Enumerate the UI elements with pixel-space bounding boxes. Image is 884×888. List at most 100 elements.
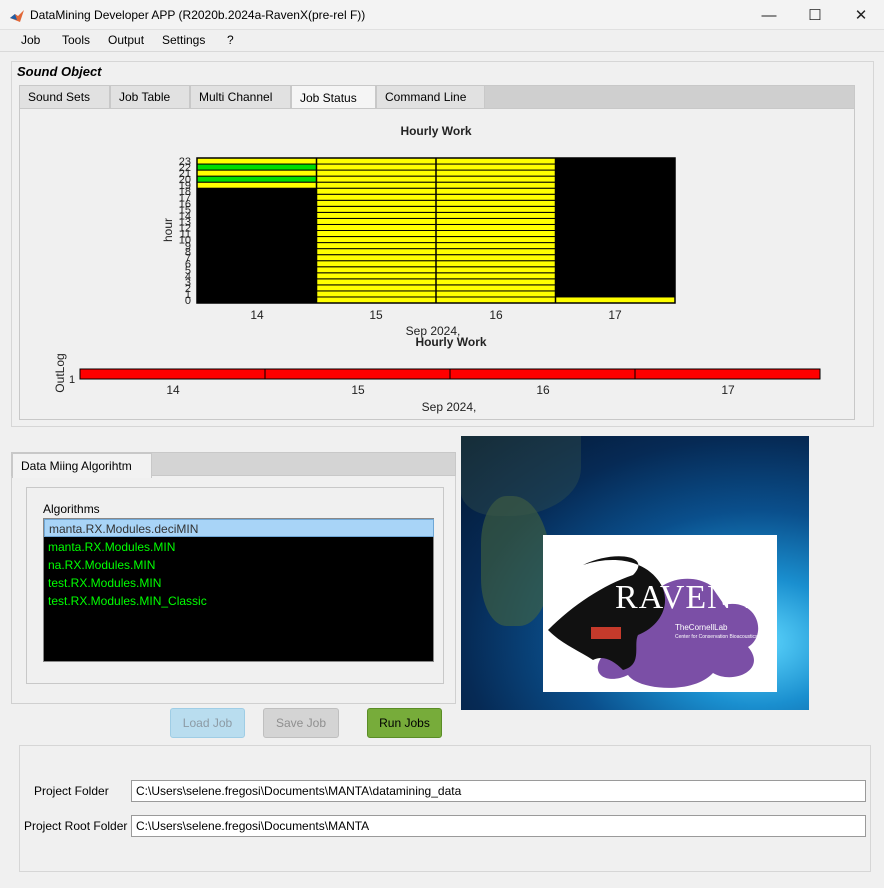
project-folder-label: Project Folder	[34, 784, 109, 798]
outlog-ylabel: OutLog	[53, 353, 67, 392]
outlog-xtick-15: 15	[351, 383, 365, 397]
chart-title: Hourly Work	[400, 124, 471, 138]
outlog-xlabel: Sep 2024,	[422, 400, 477, 414]
heatmap-cell	[316, 284, 437, 292]
sound-object-title: Sound Object	[17, 64, 102, 79]
outlog-xtick-14: 14	[166, 383, 180, 397]
heatmap-cell	[435, 181, 556, 189]
logo-org: TheCornellLab	[675, 623, 728, 632]
heatmap-cell	[316, 248, 437, 256]
outlog-cell	[449, 368, 636, 380]
x-tick-17: 17	[608, 308, 622, 322]
x-tick-16: 16	[489, 308, 503, 322]
heatmap-cell	[316, 157, 437, 165]
tab-sound-sets[interactable]: Sound Sets	[19, 85, 110, 109]
heatmap-cell	[316, 169, 437, 177]
heatmap-cell	[435, 272, 556, 280]
hourly-work-chart: Hourly Work hour 01234567891011121314151…	[53, 124, 821, 414]
tab-data-mining-algorithm[interactable]: Data Miing Algorihtm	[12, 453, 152, 478]
project-root-folder-input[interactable]: C:\Users\selene.fregosi\Documents\MANTA	[131, 815, 866, 837]
heatmap-cell	[316, 278, 437, 286]
heatmap-cell	[435, 199, 556, 207]
heatmap-cell	[316, 187, 437, 195]
heatmap-cell	[435, 175, 556, 183]
algorithm-item[interactable]: manta.RX.Modules.deciMIN	[44, 519, 434, 537]
project-root-folder-label: Project Root Folder	[24, 819, 128, 833]
menu-output[interactable]: Output	[108, 33, 144, 47]
heatmap-cell	[316, 296, 437, 304]
heatmap-cell	[435, 296, 556, 304]
heatmap-cell	[316, 181, 437, 189]
save-job-button[interactable]: Save Job	[263, 708, 339, 738]
heatmap-cell	[196, 169, 317, 177]
logo-sub: Center for Conservation Bioacoustics	[675, 634, 758, 640]
project-folder-input[interactable]: C:\Users\selene.fregosi\Documents\MANTA\…	[131, 780, 866, 802]
outlog-bar	[79, 368, 821, 380]
raven-x-logo: RAVEN-X TheCornellLab Center for Conserv…	[543, 535, 777, 692]
algorithm-item[interactable]: test.RX.Modules.MIN	[44, 574, 434, 592]
heatmap-cell	[316, 205, 437, 213]
maximize-icon[interactable]: ☐	[792, 0, 838, 30]
algorithm-item[interactable]: manta.RX.Modules.MIN	[44, 538, 434, 556]
title-bar: DataMining Developer APP (R2020b.2024a-R…	[0, 0, 884, 30]
menu-settings[interactable]: Settings	[162, 33, 205, 47]
minimize-icon[interactable]: —	[746, 0, 792, 30]
folders-panel	[19, 745, 871, 872]
menu-tools[interactable]: Tools	[62, 33, 90, 47]
window-title: DataMining Developer APP (R2020b.2024a-R…	[30, 8, 366, 22]
x-tick-14: 14	[250, 308, 264, 322]
heatmap-cell	[196, 163, 317, 171]
heatmap-cell	[435, 242, 556, 250]
tab-job-status[interactable]: Job Status	[291, 85, 376, 110]
tab-command-line[interactable]: Command Line	[376, 85, 485, 109]
heatmap-cell	[316, 242, 437, 250]
outlog-xtick-17: 17	[721, 383, 735, 397]
tab-multi-channel[interactable]: Multi Channel	[190, 85, 291, 109]
menu-job[interactable]: Job	[21, 33, 40, 47]
outlog-xtick-16: 16	[536, 383, 550, 397]
heatmap-cell	[316, 260, 437, 268]
heatmap-cell	[435, 278, 556, 286]
heatmap-cell	[316, 193, 437, 201]
algorithm-item[interactable]: na.RX.Modules.MIN	[44, 556, 434, 574]
chart-ylabel: hour	[161, 218, 175, 242]
heatmap-cell	[435, 211, 556, 219]
heatmap-cell	[316, 236, 437, 244]
heatmap-cell	[316, 175, 437, 183]
heatmap-cell	[435, 193, 556, 201]
heatmap-cell	[435, 266, 556, 274]
load-job-button[interactable]: Load Job	[170, 708, 245, 738]
heatmap-cell	[435, 205, 556, 213]
heatmap-cell	[316, 211, 437, 219]
heatmap-cell	[316, 272, 437, 280]
heatmap-cell	[435, 254, 556, 262]
heatmap-cell	[316, 266, 437, 274]
outlog-cell	[79, 368, 266, 380]
heatmap-cell	[435, 236, 556, 244]
heatmap-cell	[316, 290, 437, 298]
menu-help[interactable]: ?	[227, 33, 234, 47]
tab-job-table[interactable]: Job Table	[110, 85, 190, 109]
outlog-title: Hourly Work	[415, 335, 486, 349]
outlog-ytick: 1	[69, 374, 75, 386]
run-jobs-button[interactable]: Run Jobs	[367, 708, 442, 738]
heatmap-cell	[316, 217, 437, 225]
heatmap-cell	[316, 254, 437, 262]
heatmap-cell	[435, 157, 556, 165]
heatmap-cell	[435, 260, 556, 268]
outlog-cell	[634, 368, 821, 380]
heatmap-cell	[435, 163, 556, 171]
landmass-shape	[461, 436, 581, 516]
algorithm-item[interactable]: test.RX.Modules.MIN_Classic	[44, 592, 434, 610]
heatmap-cell	[435, 230, 556, 238]
logo-brand: RAVEN-X	[615, 579, 771, 616]
heatmap-cell	[435, 187, 556, 195]
heatmap-cell	[435, 217, 556, 225]
close-icon[interactable]: ✕	[838, 0, 884, 30]
y-tick-labels: 01234567891011121314151617181920212223	[179, 156, 191, 307]
heatmap-cell	[196, 175, 317, 183]
matlab-app-icon	[10, 10, 24, 22]
algorithms-label: Algorithms	[43, 502, 100, 516]
heatmap-cell	[316, 223, 437, 232]
heatmap-cell	[435, 290, 556, 298]
